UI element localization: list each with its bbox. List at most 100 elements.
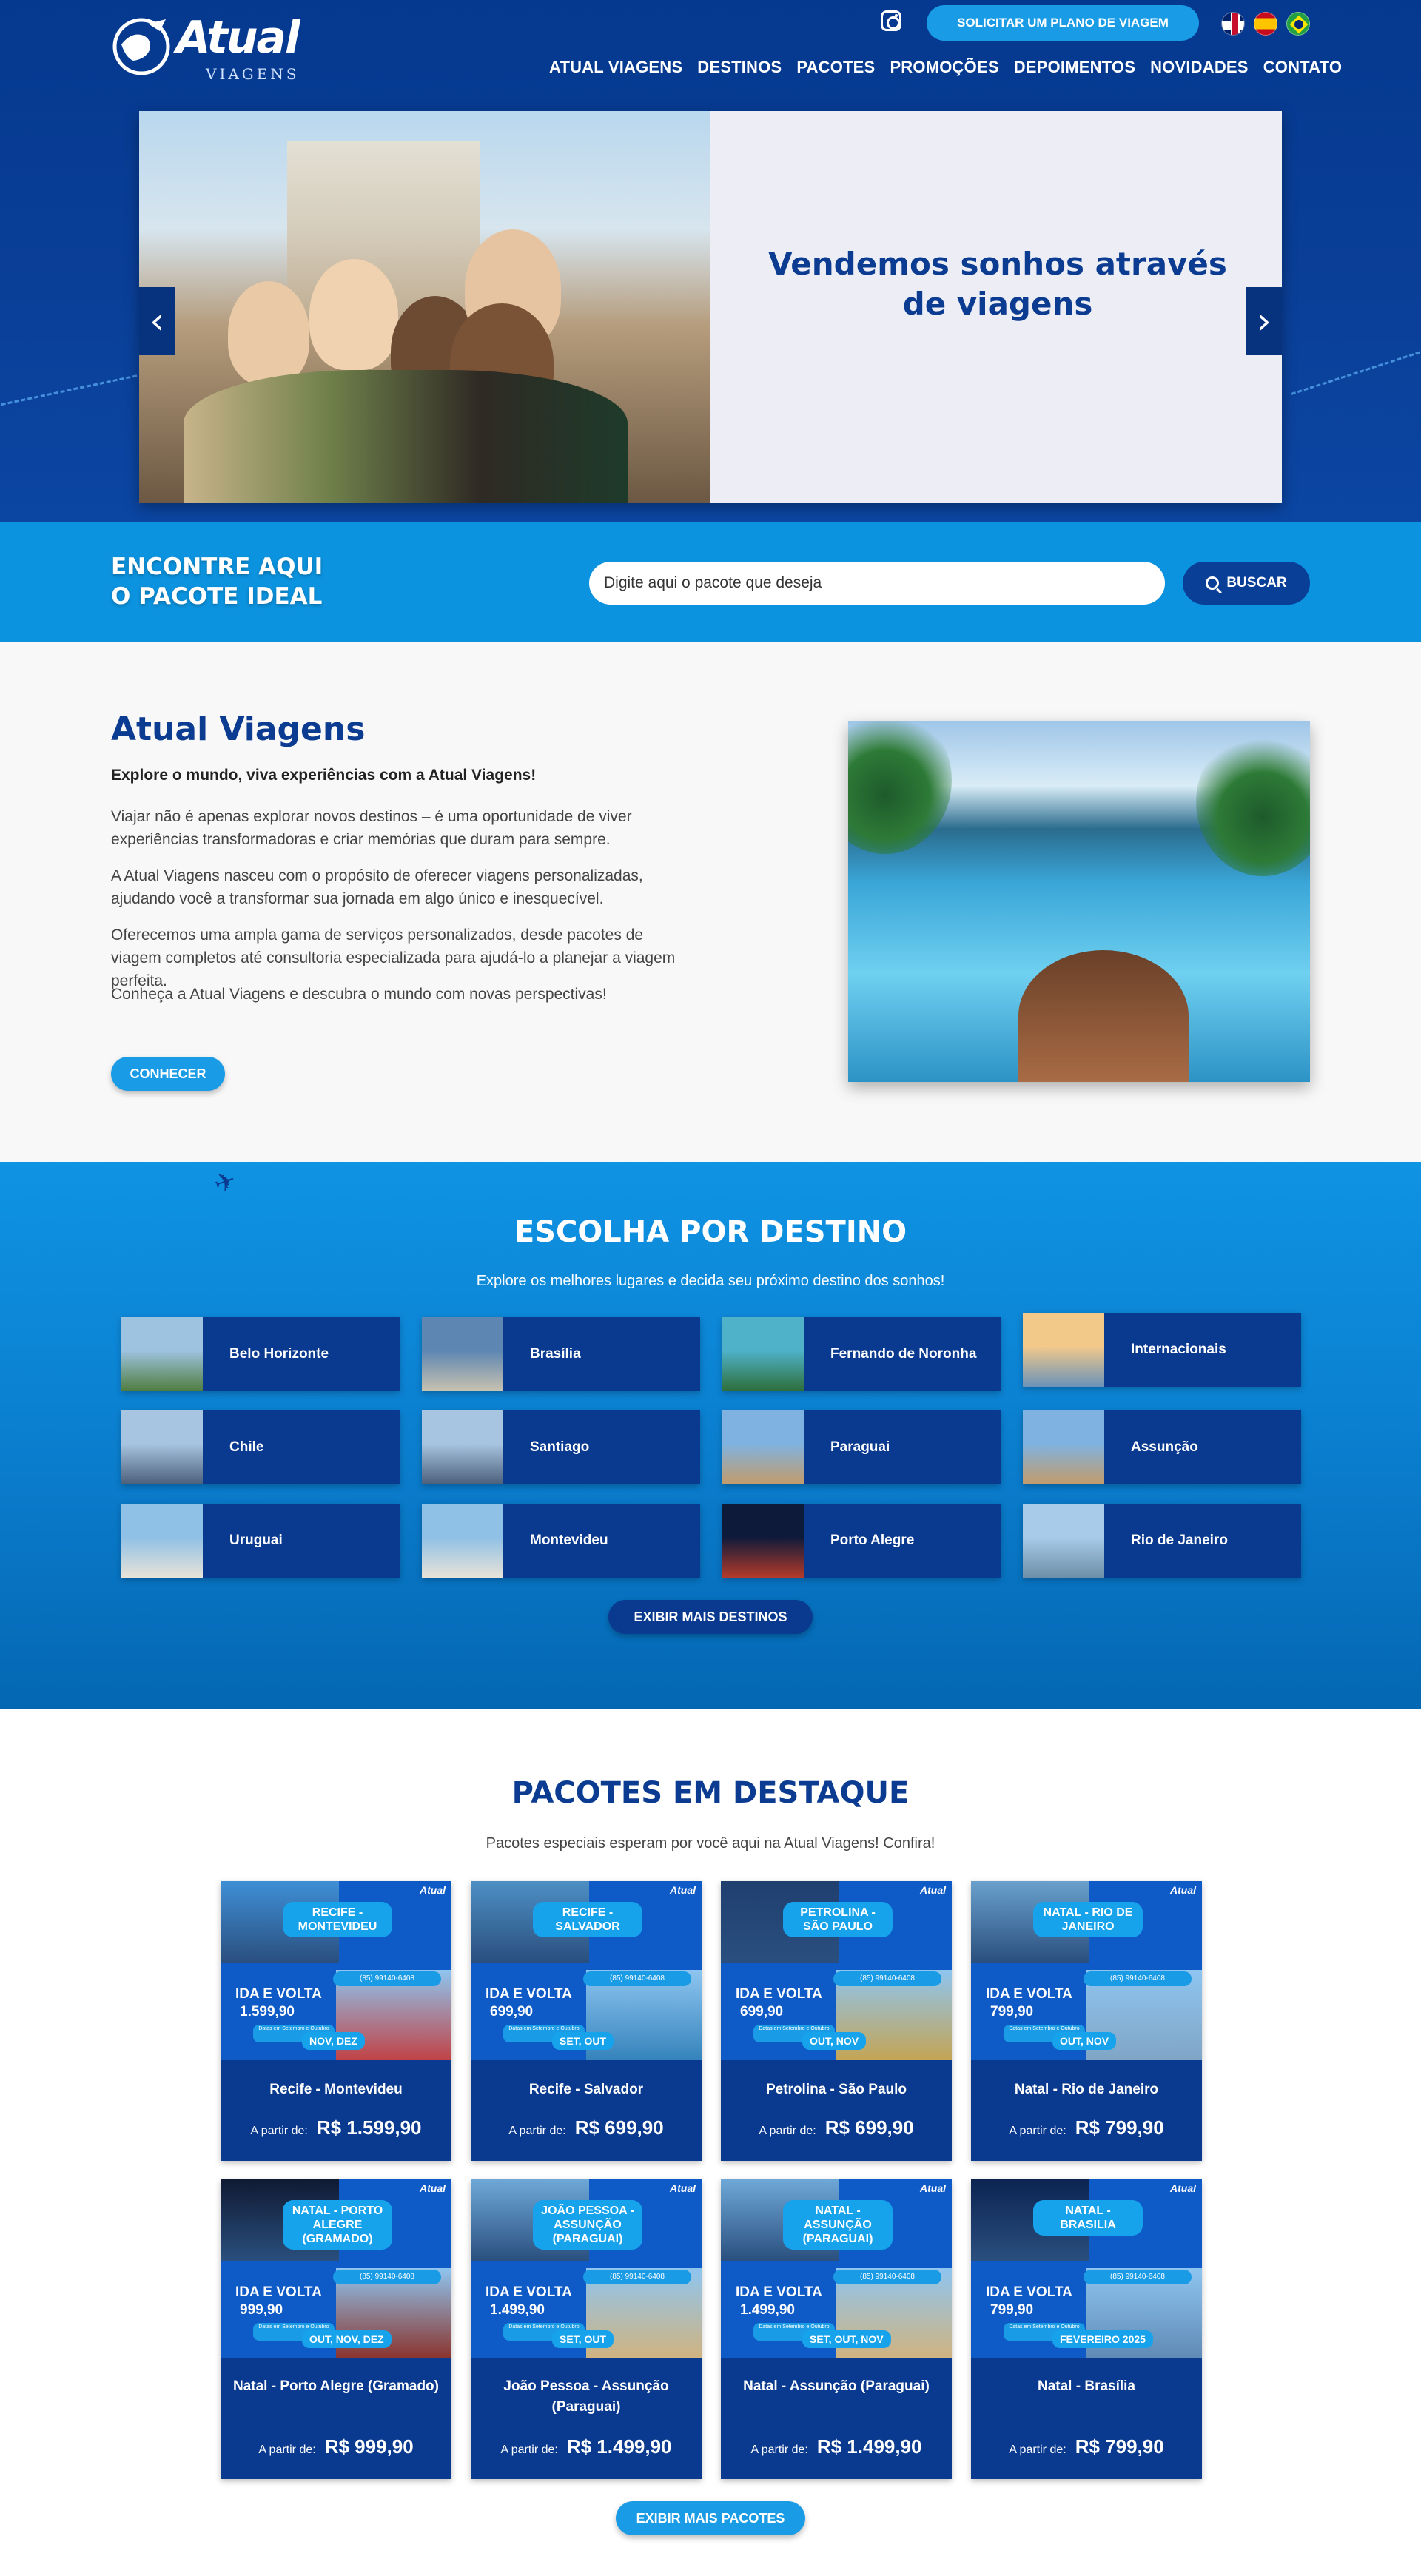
destination-thumbnail — [1023, 1410, 1104, 1484]
package-card[interactable]: Atual RECIFE - SALVADOR (85) 99140-6408 IDA… — [471, 1881, 702, 2161]
destination-card[interactable]: Chile — [121, 1410, 400, 1484]
destination-name: Montevideu — [530, 1533, 608, 1548]
search-button[interactable]: BUSCAR — [1183, 562, 1310, 605]
package-route-badge: NATAL - ASSUNÇÃO (PARAGUAI) — [783, 2200, 893, 2250]
package-card[interactable]: Atual JOÃO PESSOA - ASSUNÇÃO (PARAGUAI) (8… — [471, 2179, 702, 2479]
price-label: A partir de: — [1009, 2444, 1066, 2456]
whatsapp-number: (85) 99140-6408 — [1084, 1971, 1192, 1986]
destination-thumbnail — [422, 1317, 503, 1391]
banner-price: 999,90 — [240, 2302, 283, 2318]
whatsapp-number: (85) 99140-6408 — [1084, 2270, 1192, 2284]
destination-card[interactable]: Internacionais — [1023, 1313, 1301, 1387]
destination-card[interactable]: Paraguai — [722, 1410, 1001, 1484]
travel-months-badge: OUT, NOV, DEZ — [302, 2330, 392, 2348]
request-travel-plan-button[interactable]: SOLICITAR UM PLANO DE VIAGEM — [927, 5, 1199, 41]
logo[interactable]: Atual VIAGENS — [111, 10, 303, 83]
package-search-input[interactable] — [589, 562, 1165, 605]
nav-item-promocoes[interactable]: PROMOÇÕES — [890, 58, 998, 77]
search-section: ENCONTRE AQUI O PACOTE IDEAL BUSCAR — [0, 522, 1421, 642]
nav-item-novidades[interactable]: NOVIDADES — [1150, 58, 1249, 77]
destination-card[interactable]: Belo Horizonte — [121, 1317, 400, 1391]
destination-name: Internacionais — [1131, 1342, 1226, 1357]
destination-card[interactable]: Assunção — [1023, 1410, 1301, 1484]
travel-months-badge: SET, OUT — [552, 2032, 614, 2050]
destination-card[interactable]: Fernando de Noronha — [722, 1317, 1001, 1391]
destination-card[interactable]: Brasília — [422, 1317, 700, 1391]
package-title: Natal - Assunção (Paraguai) — [743, 2378, 930, 2394]
package-banner-image: Atual NATAL - ASSUNÇÃO (PARAGUAI) (85) 991… — [721, 2179, 952, 2364]
whatsapp-number: (85) 99140-6408 — [583, 2270, 691, 2284]
package-title: Natal - Rio de Janeiro — [1014, 2082, 1159, 2097]
destination-name: Santiago — [530, 1439, 590, 1455]
destinations-section: ✈ ESCOLHA POR DESTINO Explore os melhore… — [0, 1162, 1421, 1709]
package-card[interactable]: Atual NATAL - ASSUNÇÃO (PARAGUAI) (85) 991… — [721, 2179, 952, 2479]
mini-logo: Atual — [920, 2182, 946, 2194]
about-title: Atual Viagens — [111, 710, 366, 748]
destination-card[interactable]: Santiago — [422, 1410, 700, 1484]
round-trip-label: IDA E VOLTA — [986, 1986, 1072, 2002]
package-card[interactable]: Atual RECIFE - MONTEVIDEU (85) 99140-6408 I… — [221, 1881, 451, 2161]
package-route-badge: RECIFE - SALVADOR — [533, 1902, 642, 1937]
infinity-pool-couple-photo — [848, 721, 1310, 1082]
chevron-right-icon[interactable]: › — [1246, 287, 1282, 355]
english-flag-icon[interactable] — [1221, 12, 1245, 36]
price-label: A partir de: — [500, 2444, 558, 2456]
destination-thumbnail — [722, 1504, 804, 1578]
nav-item-pacotes[interactable]: PACOTES — [796, 58, 875, 77]
chevron-left-icon[interactable]: ‹ — [139, 287, 175, 355]
about-section: Atual Viagens Explore o mundo, viva expe… — [0, 642, 1421, 1162]
decorative-dashed-line — [1291, 347, 1421, 395]
round-trip-label: IDA E VOLTA — [235, 2284, 322, 2300]
package-banner-image: Atual JOÃO PESSOA - ASSUNÇÃO (PARAGUAI) (8… — [471, 2179, 702, 2364]
instagram-icon[interactable] — [881, 10, 901, 31]
airplane-icon: ✈ — [210, 1166, 241, 1200]
price-value: R$ 799,90 — [1075, 2435, 1164, 2458]
destination-card[interactable]: Rio de Janeiro — [1023, 1504, 1301, 1578]
search-title: ENCONTRE AQUI O PACOTE IDEAL — [111, 552, 323, 611]
package-route-badge: NATAL - BRASILIA — [1033, 2200, 1143, 2236]
package-card[interactable]: Atual NATAL - BRASILIA (85) 99140-6408 IDA … — [971, 2179, 1202, 2479]
package-banner-image: Atual RECIFE - MONTEVIDEU (85) 99140-6408 I… — [221, 1881, 451, 2066]
destination-thumbnail — [121, 1410, 203, 1484]
nav-item-depoimentos[interactable]: DEPOIMENTOS — [1014, 58, 1135, 77]
package-route-badge: NATAL - PORTO ALEGRE (GRAMADO) — [283, 2200, 392, 2250]
package-card[interactable]: Atual NATAL - RIO DE JANEIRO (85) 99140-64… — [971, 1881, 1202, 2161]
price-value: R$ 799,90 — [1075, 2116, 1164, 2139]
search-title-line-2: O PACOTE IDEAL — [111, 583, 323, 610]
mini-logo: Atual — [670, 1884, 696, 1896]
destination-card[interactable]: Uruguai — [121, 1504, 400, 1578]
price-label: A partir de: — [258, 2444, 316, 2456]
nav-item-destinos[interactable]: DESTINOS — [697, 58, 782, 77]
show-more-destinations-button[interactable]: EXIBIR MAIS DESTINOS — [608, 1600, 813, 1634]
mini-logo: Atual — [1170, 1884, 1196, 1896]
round-trip-label: IDA E VOLTA — [986, 2284, 1072, 2300]
price-label: A partir de: — [750, 2444, 808, 2456]
brazil-flag-icon[interactable] — [1286, 12, 1310, 36]
package-card[interactable]: Atual PETROLINA - SÃO PAULO (85) 99140-640… — [721, 1881, 952, 2161]
top-header: Atual VIAGENS SOLICITAR UM PLANO DE VIAG… — [0, 0, 1421, 96]
destination-thumbnail — [1023, 1504, 1104, 1578]
spanish-flag-icon[interactable] — [1254, 12, 1277, 36]
conhecer-button[interactable]: CONHECER — [111, 1057, 225, 1091]
whatsapp-number: (85) 99140-6408 — [333, 2270, 441, 2284]
package-card[interactable]: Atual NATAL - PORTO ALEGRE (GRAMADO) (85) … — [221, 2179, 451, 2479]
about-paragraph: Viajar não é apenas explorar novos desti… — [111, 808, 632, 848]
mini-logo: Atual — [420, 1884, 446, 1896]
hero-section: Atual VIAGENS SOLICITAR UM PLANO DE VIAG… — [0, 0, 1421, 522]
banner-price: 799,90 — [990, 2302, 1034, 2318]
show-more-packages-button[interactable]: EXIBIR MAIS PACOTES — [616, 2501, 805, 2535]
nav-item-atual-viagens[interactable]: ATUAL VIAGENS — [549, 58, 682, 77]
destination-card[interactable]: Porto Alegre — [722, 1504, 1001, 1578]
package-banner-image: Atual NATAL - BRASILIA (85) 99140-6408 IDA … — [971, 2179, 1202, 2364]
globe-logo-icon — [112, 18, 170, 75]
whatsapp-number: (85) 99140-6408 — [333, 1971, 441, 1986]
destinations-title: ESCOLHA POR DESTINO — [514, 1215, 907, 1249]
destination-card[interactable]: Montevideu — [422, 1504, 700, 1578]
nav-item-contato[interactable]: CONTATO — [1263, 58, 1343, 77]
whatsapp-number: (85) 99140-6408 — [833, 1971, 941, 1986]
destination-name: Paraguai — [830, 1439, 890, 1455]
packages-subtitle: Pacotes especiais esperam por você aqui … — [486, 1835, 935, 1852]
whatsapp-number: (85) 99140-6408 — [833, 2270, 941, 2284]
destination-thumbnail — [422, 1504, 503, 1578]
destination-name: Fernando de Noronha — [830, 1346, 977, 1362]
